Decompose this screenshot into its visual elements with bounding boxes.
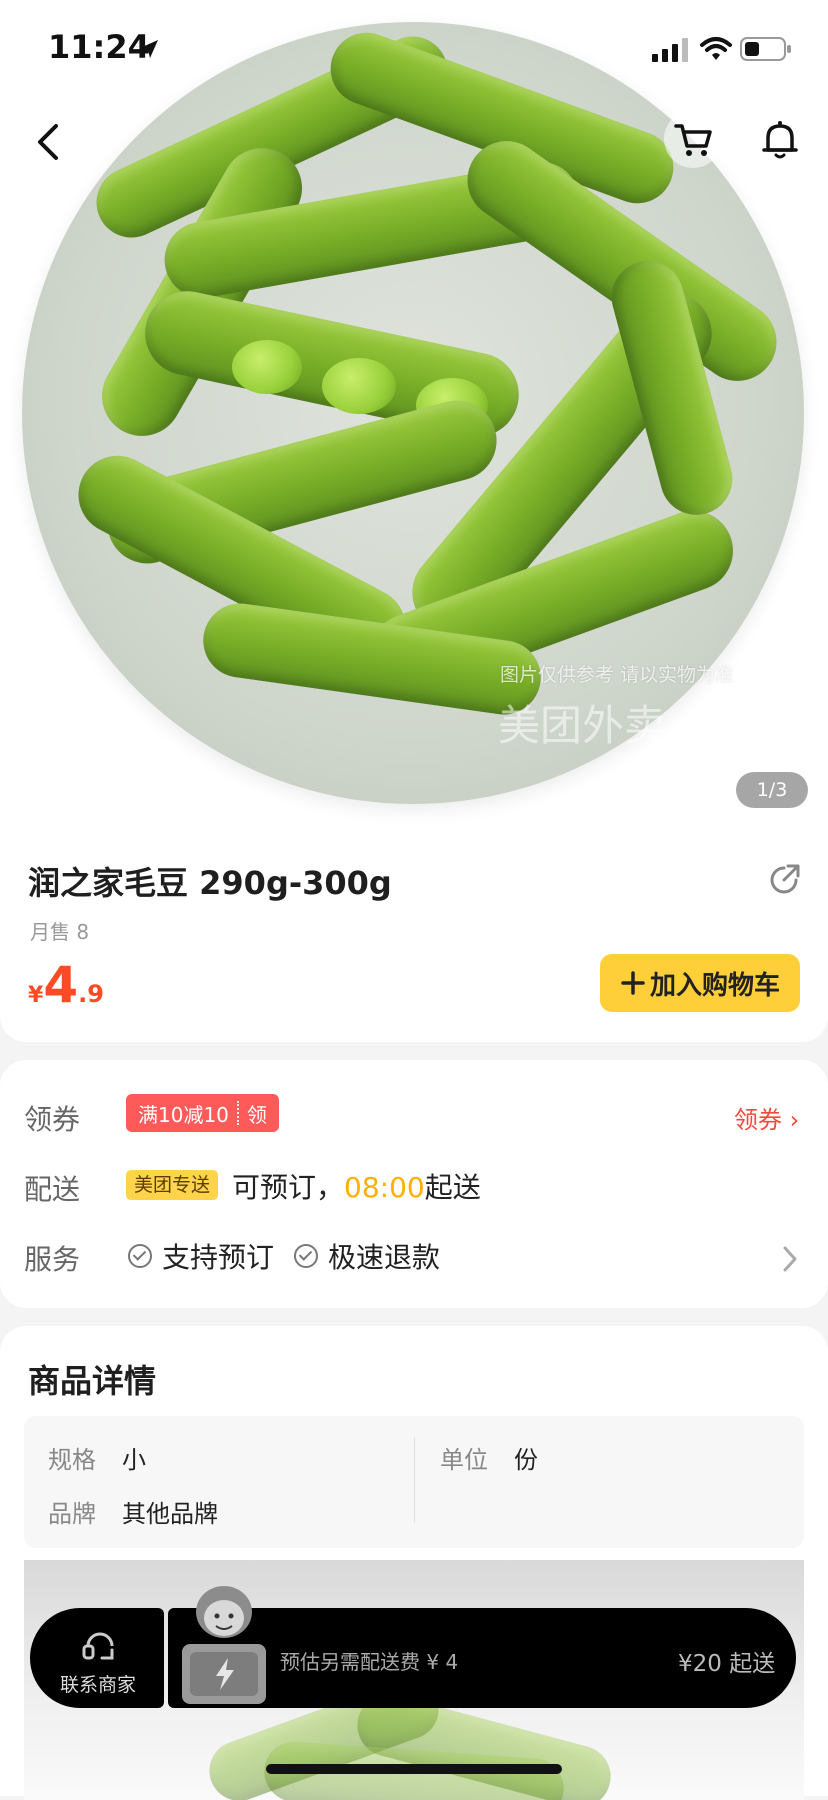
price-currency: ¥ xyxy=(28,983,44,1008)
image-watermark-text: 图片仅供参考 请以实物为准 xyxy=(500,664,735,686)
delivery-time: 08:00 xyxy=(344,1171,425,1204)
min-order-text: ¥20 起送 xyxy=(678,1651,776,1677)
service-row-label: 服务 xyxy=(24,1243,81,1276)
product-price: ¥4.9 xyxy=(28,956,104,1014)
spec-value: 小 xyxy=(122,1446,146,1474)
delivery-row-label: 配送 xyxy=(24,1173,81,1206)
coupon-badge-action: 领 xyxy=(246,1102,267,1127)
product-name: 润之家毛豆 290g-300g xyxy=(28,864,392,902)
check-circle-icon xyxy=(128,1244,152,1268)
share-icon[interactable] xyxy=(766,862,802,898)
wifi-icon xyxy=(700,37,732,60)
chevron-right-icon[interactable] xyxy=(780,1244,800,1274)
meituan-delivery-badge: 美团专送 xyxy=(126,1170,219,1200)
shopping-cart-icon xyxy=(674,124,712,156)
coupon-badge-text: 满10减10 xyxy=(138,1102,229,1127)
spec-table: 规格 小 品牌 其他品牌 单位 份 xyxy=(24,1416,804,1548)
delivery-info-text: 可预订，08:00起送 xyxy=(232,1166,481,1206)
spec-value: 其他品牌 xyxy=(122,1500,218,1528)
spec-value: 份 xyxy=(514,1446,538,1474)
promotions-delivery-card: 领券 满10减10 领 领券 › 配送 美团专送 可预订，08:00起送 服务 支… xyxy=(0,1060,828,1308)
home-indicator xyxy=(266,1764,562,1774)
product-info-card: 润之家毛豆 290g-300g 月售 8 ¥4.9 加入购物车 xyxy=(0,826,828,1042)
delivery-courier-icon[interactable] xyxy=(176,1582,272,1712)
service-item-label: 极速退款 xyxy=(328,1241,441,1274)
cellular-signal-icon xyxy=(652,38,688,62)
image-page-indicator: 1/3 xyxy=(736,772,808,808)
contact-merchant-label: 联系商家 xyxy=(60,1674,137,1696)
location-arrow-icon xyxy=(140,40,158,58)
contact-merchant-button[interactable]: 联系商家 xyxy=(30,1608,164,1708)
monthly-sales: 月售 8 xyxy=(30,920,90,944)
price-integer: 4 xyxy=(43,956,79,1014)
meituan-watermark-logo: 美团外卖 xyxy=(498,701,667,750)
cart-button[interactable] xyxy=(664,110,722,168)
spec-divider xyxy=(414,1438,415,1522)
service-item-label: 支持预订 xyxy=(162,1241,275,1274)
delivery-fee-text: 预估另需配送费 ¥ 4 xyxy=(280,1650,459,1674)
spec-label: 品牌 xyxy=(48,1500,96,1528)
coupon-badge[interactable]: 满10减10 领 xyxy=(126,1094,279,1132)
add-to-cart-button[interactable]: 加入购物车 xyxy=(600,954,800,1012)
check-circle-icon xyxy=(294,1244,318,1268)
get-coupon-link[interactable]: 领券 › xyxy=(734,1100,799,1135)
notification-button[interactable] xyxy=(752,112,808,168)
status-time: 11:24 xyxy=(48,28,150,66)
battery-icon xyxy=(740,37,791,61)
spec-label: 规格 xyxy=(48,1446,96,1474)
service-item-preorder: 支持预订 xyxy=(128,1236,274,1276)
details-title: 商品详情 xyxy=(28,1362,157,1400)
spec-label: 单位 xyxy=(440,1446,488,1474)
service-item-fast-refund: 极速退款 xyxy=(294,1236,440,1276)
add-to-cart-label: 加入购物车 xyxy=(649,970,780,1001)
product-details-card: 商品详情 规格 小 品牌 其他品牌 单位 份 xyxy=(0,1326,828,1800)
plus-icon xyxy=(621,971,645,995)
delivery-suffix: 起送 xyxy=(424,1171,481,1204)
bell-icon xyxy=(762,121,798,159)
price-decimal: .9 xyxy=(78,980,104,1008)
coupon-row-label: 领券 xyxy=(24,1103,81,1136)
customer-service-icon xyxy=(82,1632,114,1660)
back-button[interactable] xyxy=(28,118,72,166)
chevron-left-icon xyxy=(38,124,58,160)
delivery-prefix: 可预订， xyxy=(232,1171,345,1204)
